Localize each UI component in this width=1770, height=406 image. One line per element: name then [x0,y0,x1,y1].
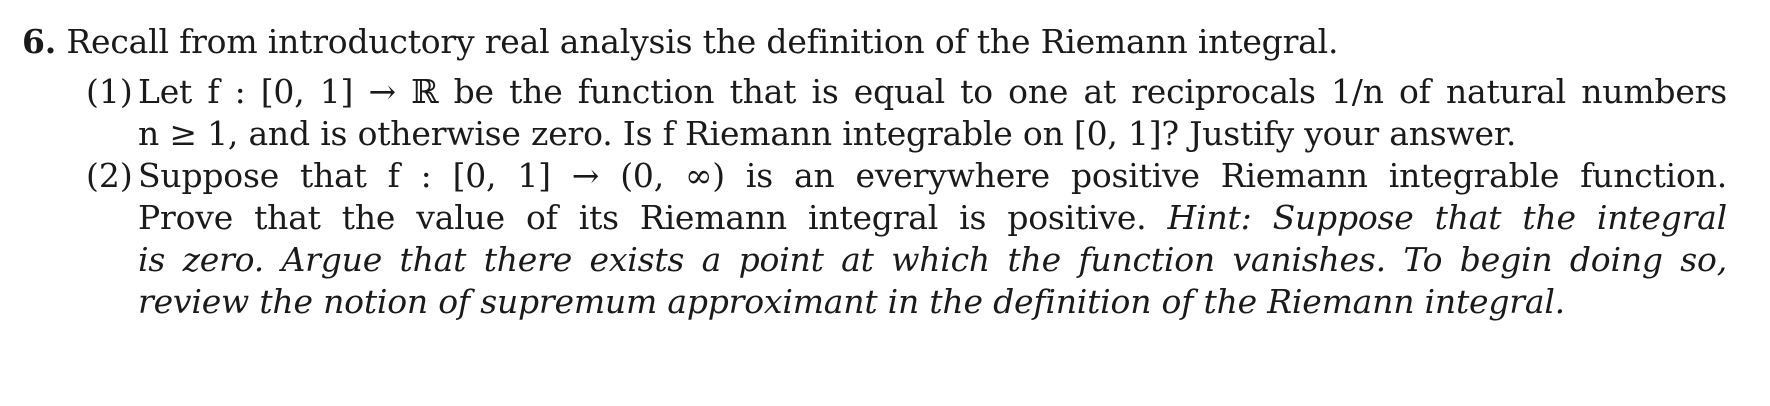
part-2-line-1: Suppose that f : [0, 1] → (0, ∞) is an e… [138,156,1727,195]
hint-line-3: review the notion of supremum approximan… [138,282,1565,321]
part-2-text-end: Prove that the value of its Riemann inte… [138,198,1147,237]
part-2-label: (2) [86,156,133,195]
problem-number: 6. [22,22,57,61]
hint-line-2: is zero. Argue that there exists a point… [138,240,1727,279]
problem-intro-line: 6. Recall from introductory real analysi… [22,22,1338,62]
part-1-line-1: Let f : [0, 1] → ℝ be the function that … [138,72,1727,111]
problem-intro-text: Recall from introductory real analysis t… [66,22,1339,61]
part-1-line-2: n ≥ 1, and is otherwise zero. Is f Riema… [138,114,1517,153]
part-1-label: (1) [86,72,133,111]
hint-start: Hint: Suppose that the integral [1167,198,1728,237]
part-2-line-2: Prove that the value of its Riemann inte… [138,198,1727,238]
